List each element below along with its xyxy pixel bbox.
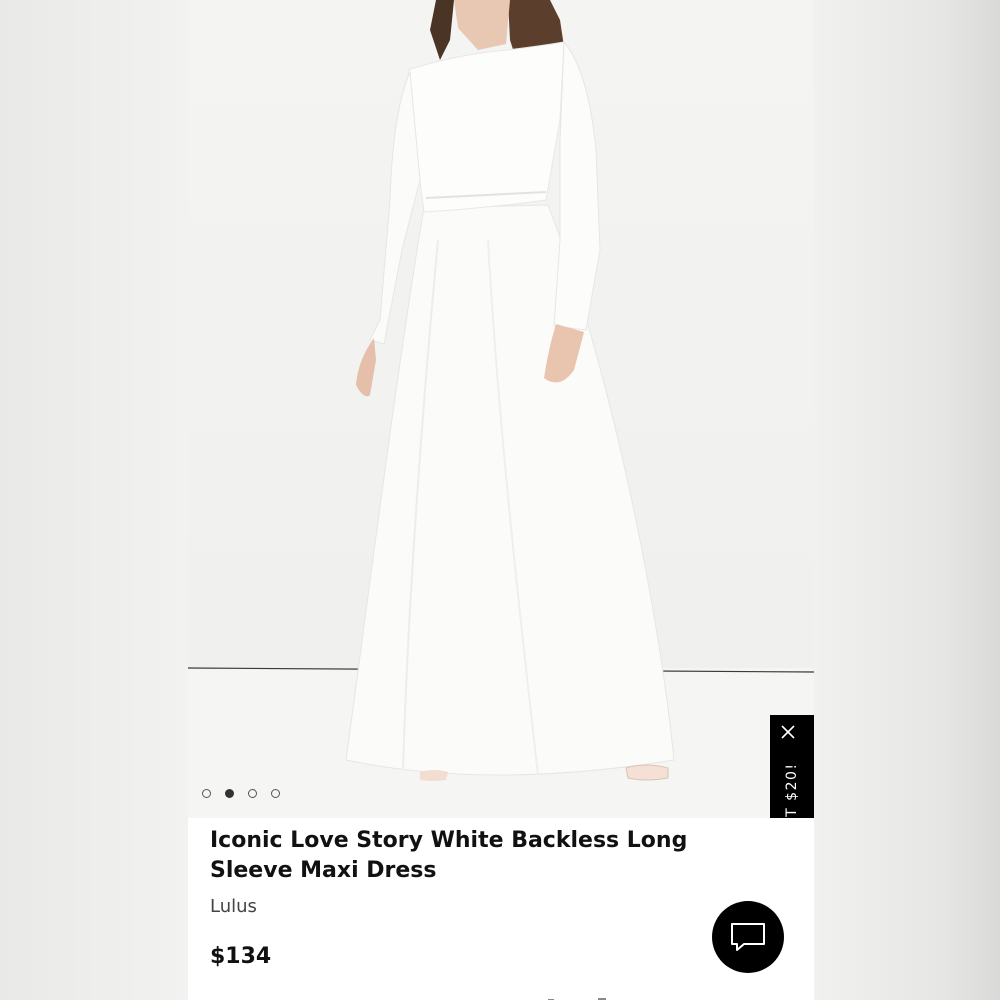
- chat-button[interactable]: [712, 901, 784, 973]
- dress-photo: [188, 0, 814, 818]
- close-icon[interactable]: [781, 725, 803, 747]
- background-left: [0, 0, 188, 1000]
- product-image[interactable]: GET $20!: [188, 0, 814, 818]
- product-page: GET $20! Iconic Love Story White Backles…: [188, 0, 814, 1000]
- product-brand[interactable]: Lulus: [210, 896, 784, 917]
- product-price: $134: [210, 944, 272, 969]
- promo-label[interactable]: GET $20!: [784, 762, 800, 818]
- carousel-dot-3[interactable]: [248, 789, 257, 798]
- product-info: Iconic Love Story White Backless Long Sl…: [210, 826, 784, 917]
- carousel-dot-2[interactable]: [225, 789, 234, 798]
- carousel-dot-4[interactable]: [271, 789, 280, 798]
- chat-bubble-icon: [731, 923, 765, 951]
- background-right: [814, 0, 1000, 1000]
- partial-content-below: [438, 992, 638, 1000]
- carousel-dot-1[interactable]: [202, 789, 211, 798]
- carousel-dots: [202, 789, 280, 798]
- product-title: Iconic Love Story White Backless Long Sl…: [210, 828, 688, 883]
- promo-tab[interactable]: GET $20!: [770, 715, 814, 818]
